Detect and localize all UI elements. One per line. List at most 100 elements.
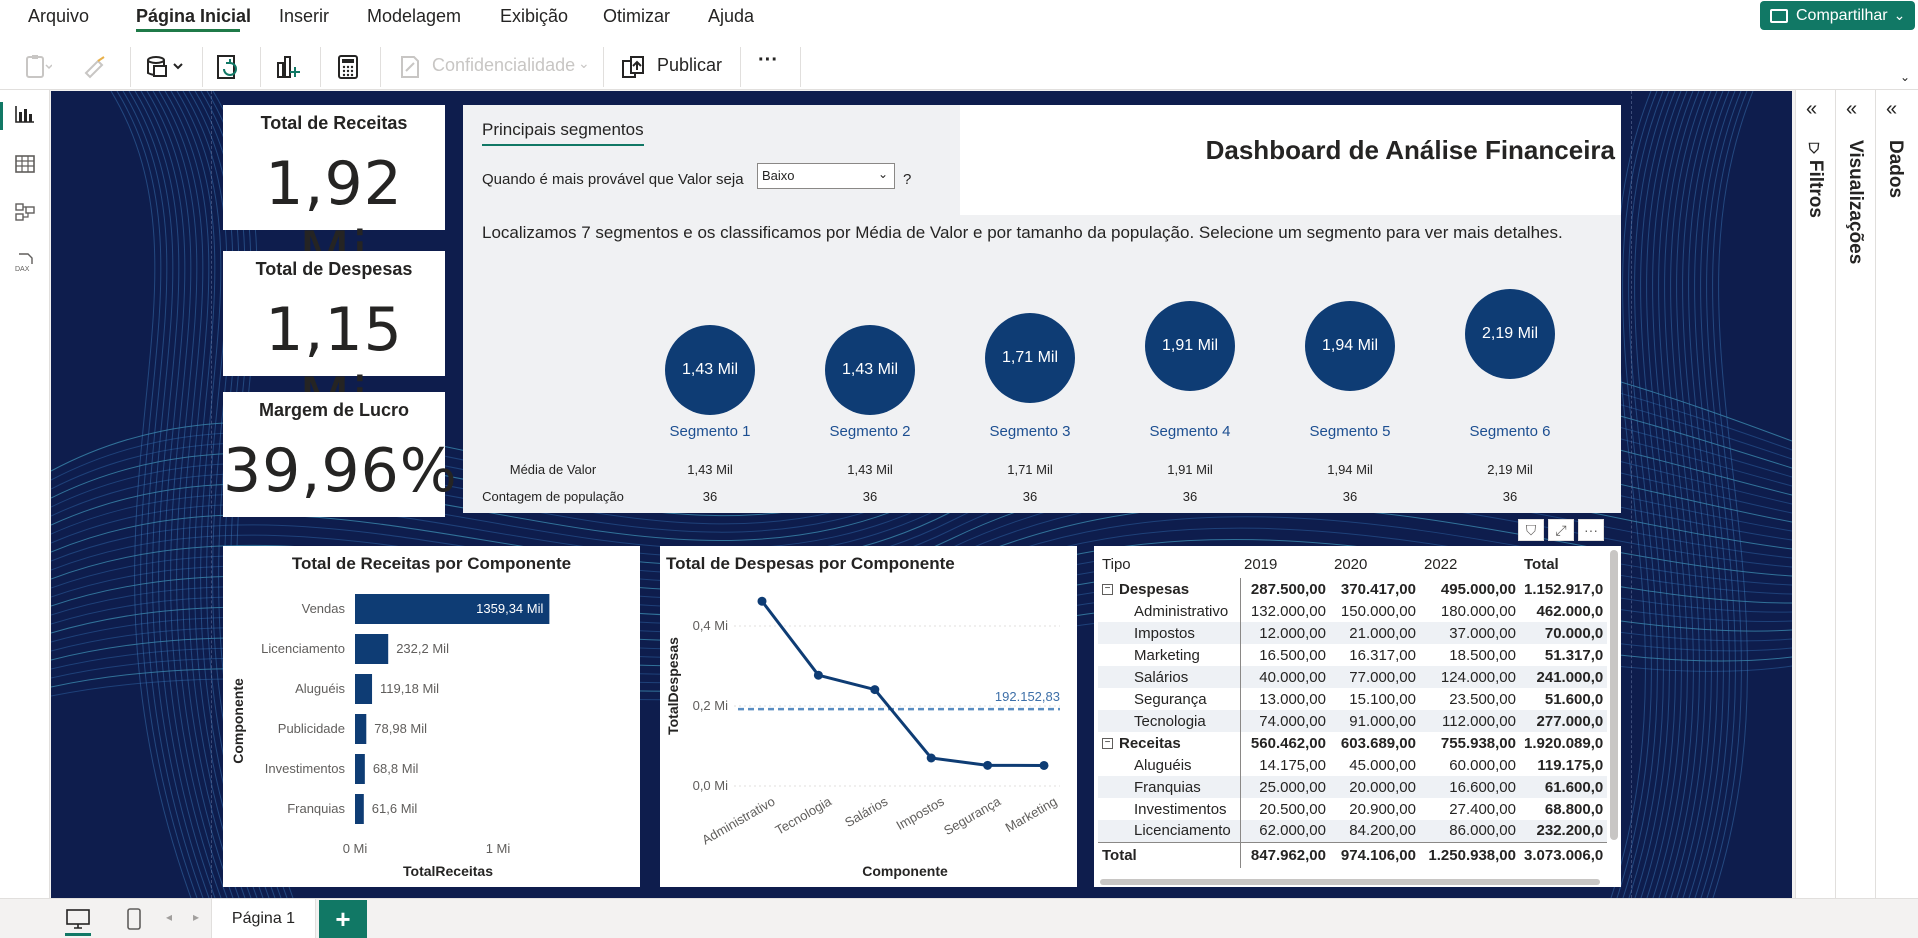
vertical-scrollbar[interactable] (1610, 550, 1618, 840)
data-point[interactable] (983, 760, 993, 770)
get-data-icon[interactable] (144, 53, 188, 81)
visualizations-pane[interactable]: « Visualizações (1835, 90, 1875, 898)
more-options-icon[interactable]: ··· (1578, 519, 1604, 541)
desktop-layout-icon[interactable] (65, 908, 91, 930)
row-label-cell: Marketing (1098, 644, 1241, 666)
more-options-button[interactable]: ··· (758, 49, 778, 72)
menu-arquivo[interactable]: Arquivo (28, 6, 89, 27)
row-label: Receitas (1119, 734, 1181, 752)
data-point[interactable] (1039, 760, 1049, 770)
focus-mode-icon[interactable]: ⤢ (1548, 519, 1574, 541)
bar[interactable] (355, 794, 364, 824)
menu-modelagem[interactable]: Modelagem (367, 6, 461, 27)
model-view-icon[interactable] (14, 202, 36, 222)
page-tab-1[interactable]: Página 1 (211, 899, 316, 938)
kpi-card-despesas[interactable]: Total de Despesas 1,15 Mi (223, 251, 445, 435)
segment-bubble[interactable]: 1,94 Mil (1305, 301, 1395, 391)
report-view-icon[interactable] (14, 104, 36, 124)
menu-pagina-inicial[interactable]: Página Inicial (136, 6, 251, 27)
data-point[interactable] (870, 685, 880, 695)
segment-bubble[interactable]: 1,71 Mil (985, 313, 1075, 403)
expand-pane-icon[interactable]: « (1886, 98, 1897, 121)
publish-button[interactable]: Publicar (657, 55, 722, 76)
key-segments-visual[interactable]: Dashboard de Análise Financeira Principa… (463, 105, 1621, 513)
segment-name[interactable]: Segmento 4 (1140, 423, 1240, 440)
table-view-icon[interactable] (14, 154, 36, 174)
segment-media-value: 1,91 Mil (1167, 462, 1213, 477)
calculator-icon[interactable] (334, 53, 362, 81)
share-button[interactable]: Compartilhar ⌄ (1760, 1, 1915, 30)
column-header[interactable]: Total (1520, 550, 1607, 578)
data-pane[interactable]: « Dados (1875, 90, 1918, 898)
collapse-icon[interactable]: − (1102, 584, 1113, 596)
collapse-icon[interactable]: − (1102, 738, 1113, 750)
matrix-group-row: − Receitas 560.462,00 603.689,00 755.938,00 1… (1098, 732, 1607, 754)
value-cell: 40.000,00 (1240, 666, 1330, 688)
help-icon[interactable]: ? (903, 171, 911, 188)
format-painter-icon[interactable] (82, 53, 110, 81)
segment-name[interactable]: Segmento 2 (820, 423, 920, 440)
kpi-card-receitas[interactable]: Total de Receitas 1,92 Mi (223, 105, 445, 289)
expand-pane-icon[interactable]: « (1846, 98, 1857, 121)
segment-media-value: 1,43 Mil (847, 462, 893, 477)
tab-principais-segmentos[interactable]: Principais segmentos (482, 120, 644, 146)
x-tick-label: 0 Mi (343, 841, 368, 856)
new-visual-icon[interactable] (274, 53, 302, 81)
segment-bubble[interactable]: 1,43 Mil (665, 325, 755, 415)
despesas-line-chart[interactable]: Total de Despesas por Componente 0,0 Mi 0… (660, 546, 1077, 887)
menu-inserir[interactable]: Inserir (279, 6, 329, 27)
segment-name[interactable]: Segmento 6 (1460, 423, 1560, 440)
paste-icon[interactable] (24, 53, 52, 81)
category-label: Investimentos (265, 761, 346, 776)
menu-bar: Arquivo Página Inicial Inserir Modelagem… (0, 0, 1918, 33)
row-label-cell: Segurança (1098, 688, 1241, 710)
prev-page-icon[interactable]: ◂ (166, 910, 172, 924)
mobile-layout-icon[interactable] (126, 907, 142, 931)
matrix-visual[interactable]: Tipo 2019 2020 2022 Total − Despesas 287.500,00… (1094, 546, 1621, 887)
row-label-cell: Aluguéis (1098, 754, 1241, 776)
column-header[interactable]: Tipo (1098, 550, 1240, 578)
data-point[interactable] (813, 670, 823, 680)
value-select-text: Baixo (762, 168, 795, 183)
horizontal-scrollbar[interactable] (1100, 879, 1600, 885)
expand-pane-icon[interactable]: « (1806, 98, 1817, 121)
x-axis-title: TotalReceitas (403, 863, 493, 879)
bar[interactable] (355, 674, 373, 704)
bar[interactable] (355, 714, 367, 744)
menu-exibicao[interactable]: Exibição (500, 6, 568, 27)
toolbar-separator (260, 47, 261, 87)
share-icon (1770, 8, 1788, 23)
add-page-button[interactable]: + (319, 900, 367, 938)
collapse-ribbon-icon[interactable]: ⌄ (1900, 70, 1910, 84)
next-page-icon[interactable]: ▸ (193, 910, 199, 924)
segment-bubble[interactable]: 1,91 Mil (1145, 301, 1235, 391)
bar[interactable] (355, 754, 365, 784)
row-label: Aluguéis (1134, 756, 1192, 774)
total-cell: 1.250.938,00 (1420, 841, 1520, 868)
x-tick-label: Segurança (941, 793, 1004, 838)
menu-otimizar[interactable]: Otimizar (603, 6, 670, 27)
segment-bubble[interactable]: 2,19 Mil (1465, 289, 1555, 379)
column-header[interactable]: 2020 (1330, 550, 1420, 578)
publish-icon[interactable] (620, 53, 648, 81)
receitas-bar-chart[interactable]: Total de Receitas por Componente Compone… (223, 546, 640, 887)
report-canvas[interactable]: Total de Receitas 1,92 Mi Total de Despe… (51, 91, 1792, 898)
segment-name[interactable]: Segmento 5 (1300, 423, 1400, 440)
matrix-header-row: Tipo 2019 2020 2022 Total (1098, 550, 1607, 578)
data-point[interactable] (757, 596, 767, 606)
menu-ajuda[interactable]: Ajuda (708, 6, 754, 27)
segment-name[interactable]: Segmento 1 (660, 423, 760, 440)
column-header[interactable]: 2022 (1420, 550, 1520, 578)
kpi-card-margem[interactable]: Margem de Lucro 39,96% (223, 392, 457, 517)
refresh-icon[interactable] (214, 53, 242, 81)
segment-bubble[interactable]: 1,43 Mil (825, 325, 915, 415)
bar[interactable] (355, 634, 389, 664)
filters-pane[interactable]: « ⛉ Filtros (1795, 90, 1835, 898)
dax-query-view-icon[interactable]: DAX (14, 252, 36, 272)
value-cell: 232.200,0 (1520, 820, 1608, 842)
filter-icon[interactable]: ⛉ (1518, 519, 1544, 541)
value-select[interactable]: Baixo ⌄ (757, 163, 895, 189)
segment-name[interactable]: Segmento 3 (980, 423, 1080, 440)
data-point[interactable] (926, 753, 936, 763)
column-header[interactable]: 2019 (1240, 550, 1330, 578)
